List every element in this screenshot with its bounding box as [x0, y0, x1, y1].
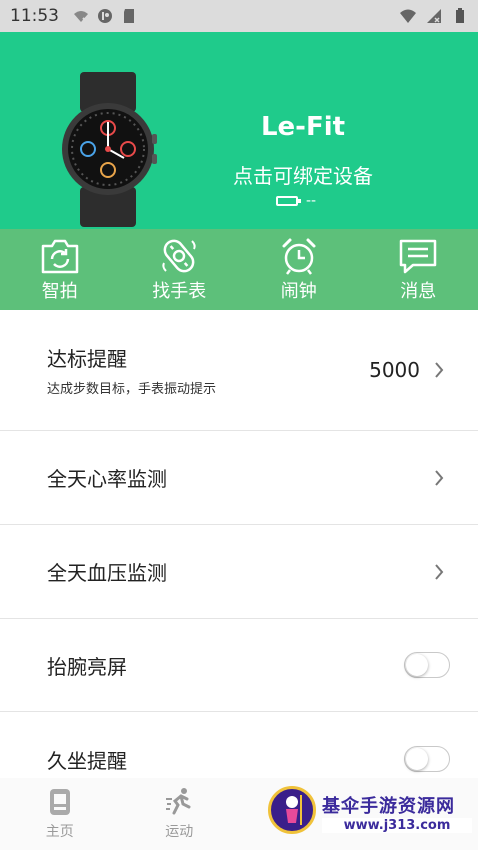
watermark: 基伞手游资源网 www.j313.com: [268, 784, 478, 846]
status-time: 11:53: [10, 6, 59, 26]
quick-action-label: 闹钟: [280, 280, 317, 302]
nav-label: 运动: [165, 824, 194, 840]
setting-title: 全天血压监测: [47, 561, 167, 585]
message-icon: [400, 239, 437, 273]
find-watch-icon: [162, 239, 196, 272]
setting-title: 全天心率监测: [47, 467, 167, 491]
quick-actions-bar: 智拍 找手表 闹钟 消息: [0, 229, 478, 310]
device-name: Le-Fit: [260, 112, 346, 142]
nav-label: 主页: [45, 824, 74, 840]
status-left-icons: [73, 8, 137, 24]
setting-subtitle: 达成步数目标，手表振动提示: [47, 382, 217, 397]
setting-title: 达标提醒: [47, 347, 127, 371]
smartwatch-image: [62, 72, 157, 227]
watermark-url: www.j313.com: [322, 818, 472, 833]
wrist-raise-toggle[interactable]: [404, 652, 450, 678]
setting-goal-reminder[interactable]: 达标提醒 达成步数目标，手表振动提示 5000: [0, 310, 478, 431]
quick-action-smart-photo[interactable]: 智拍: [0, 229, 120, 310]
quick-action-message[interactable]: 消息: [359, 229, 478, 310]
chevron-right-icon: [435, 469, 444, 486]
wifi-icon: [400, 9, 416, 23]
watermark-figure-icon: [286, 795, 302, 825]
quick-action-alarm[interactable]: 闹钟: [239, 229, 359, 310]
goal-reminder-text: 达标提醒 达成步数目标，手表振动提示: [47, 343, 216, 397]
battery-level-text: --: [306, 193, 317, 209]
settings-list: 达标提醒 达成步数目标，手表振动提示 5000 全天心率监测 全天血压监测 抬腕…: [0, 310, 478, 806]
wifi-off-icon: [74, 11, 89, 24]
step-goal-value: 5000: [369, 358, 420, 382]
quick-action-label: 找手表: [152, 280, 207, 302]
cellular-signal-icon: [427, 9, 441, 23]
quick-action-label: 智拍: [41, 280, 78, 302]
sedentary-toggle[interactable]: [404, 746, 450, 772]
sd-card-icon: [124, 9, 134, 23]
toggle-knob: [406, 654, 428, 676]
setting-wrist-raise: 抬腕亮屏: [0, 619, 478, 712]
watermark-logo: [268, 786, 316, 834]
setting-title: 抬腕亮屏: [47, 654, 127, 679]
status-bar: 11:53: [0, 0, 478, 32]
device-battery: --: [276, 193, 317, 209]
status-right-icons: [400, 8, 468, 24]
camera-icon: [41, 239, 78, 273]
nav-home[interactable]: 主页: [0, 778, 120, 850]
quick-action-label: 消息: [400, 280, 437, 302]
toggle-knob: [406, 748, 428, 770]
quick-action-find-watch[interactable]: 找手表: [120, 229, 240, 310]
nav-sport[interactable]: 运动: [120, 778, 240, 850]
alarm-clock-icon: [282, 238, 316, 275]
chevron-right-icon: [435, 362, 444, 378]
setting-heart-rate[interactable]: 全天心率监测: [0, 431, 478, 525]
setting-blood-pressure[interactable]: 全天血压监测: [0, 525, 478, 619]
setting-title: 久坐提醒: [47, 748, 127, 773]
watermark-title: 基伞手游资源网: [322, 796, 455, 817]
chevron-right-icon: [435, 563, 444, 580]
device-header[interactable]: Le-Fit 点击可绑定设备 --: [0, 32, 478, 229]
battery-icon: [456, 8, 464, 23]
battery-outline-icon: [276, 196, 301, 206]
running-icon: [166, 788, 191, 815]
home-icon: [49, 789, 70, 815]
app-notification-icon: [98, 9, 112, 23]
bind-device-hint[interactable]: 点击可绑定设备: [218, 160, 388, 189]
